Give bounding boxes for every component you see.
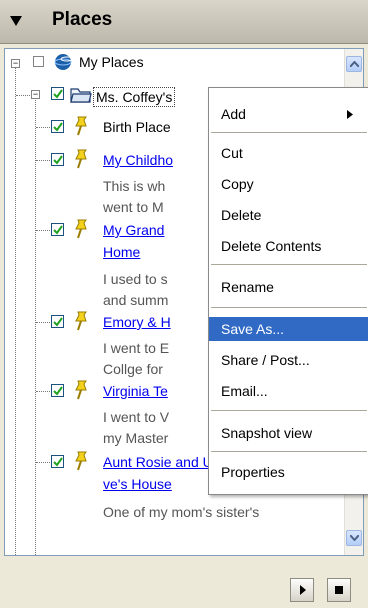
item-checkbox[interactable]: [51, 120, 64, 133]
item-link[interactable]: My Grand: [103, 222, 164, 238]
chevron-down-icon: [350, 535, 359, 541]
pushpin-icon: [75, 149, 87, 169]
item-description: I went to V: [103, 409, 170, 425]
tree-root-label[interactable]: My Places: [79, 54, 144, 70]
submenu-arrow-icon: [347, 110, 353, 119]
menu-separator: [211, 410, 367, 411]
places-panel-header[interactable]: Places: [0, 0, 368, 44]
scroll-up-button[interactable]: [346, 56, 362, 72]
menu-item-label: Add: [221, 106, 246, 122]
collapse-triangle-icon[interactable]: [10, 16, 22, 26]
folder-checkbox[interactable]: [51, 87, 64, 100]
stop-icon: [335, 586, 343, 594]
menu-item-save-as[interactable]: Save As...: [209, 317, 368, 341]
tree-connector: [16, 95, 30, 96]
item-description: I used to s: [103, 271, 168, 287]
item-link[interactable]: My Childho: [103, 152, 173, 168]
menu-item-delete[interactable]: Delete: [209, 203, 368, 227]
pushpin-icon: [75, 380, 87, 400]
menu-separator: [211, 307, 367, 308]
item-link-continued[interactable]: Home: [103, 244, 140, 260]
menu-item-rename[interactable]: Rename: [209, 275, 368, 299]
root-checkbox[interactable]: [33, 56, 44, 67]
item-description: and summ: [103, 292, 169, 308]
item-link-continued[interactable]: ve's House: [103, 476, 172, 492]
item-description: One of my mom's sister's: [103, 504, 260, 520]
tree-connector: [36, 462, 50, 463]
item-link[interactable]: Virginia Te: [103, 383, 168, 399]
panel-title: Places: [52, 9, 113, 30]
expand-toggle[interactable]: −: [31, 90, 40, 99]
item-description: Collge for: [103, 361, 163, 377]
folder-label[interactable]: Ms. Coffey's: [93, 87, 176, 107]
menu-item-cut[interactable]: Cut: [209, 141, 368, 165]
bottom-toolbar: [0, 560, 368, 608]
tree-connector: [36, 127, 50, 128]
tree-connector: [36, 160, 50, 161]
chevron-up-icon: [350, 61, 359, 67]
tree-line: [35, 95, 36, 555]
pushpin-icon: [75, 219, 87, 239]
item-checkbox[interactable]: [51, 384, 64, 397]
menu-item-add[interactable]: Add: [209, 102, 368, 126]
menu-item-share-post[interactable]: Share / Post...: [209, 348, 368, 372]
item-description: went to M: [103, 199, 164, 215]
pushpin-icon: [75, 451, 87, 471]
tree-connector: [36, 230, 50, 231]
play-icon: [300, 585, 306, 595]
context-menu[interactable]: Add Cut Copy Delete Delete Contents Rena…: [208, 87, 368, 495]
menu-item-email[interactable]: Email...: [209, 379, 368, 403]
earth-icon: [54, 54, 74, 70]
item-description: I went to E: [103, 340, 170, 356]
tree-line: [15, 67, 16, 555]
menu-separator: [211, 451, 367, 452]
item-checkbox[interactable]: [51, 153, 64, 166]
pushpin-icon: [75, 311, 87, 331]
menu-item-snapshot-view[interactable]: Snapshot view: [209, 421, 368, 445]
item-link[interactable]: Emory & H: [103, 314, 171, 330]
tree-connector: [36, 322, 50, 323]
item-checkbox[interactable]: [51, 223, 64, 236]
tree-connector: [36, 391, 50, 392]
item-checkbox[interactable]: [51, 455, 64, 468]
menu-separator: [211, 264, 367, 265]
menu-item-properties[interactable]: Properties: [209, 460, 368, 484]
item-checkbox[interactable]: [51, 315, 64, 328]
menu-item-delete-contents[interactable]: Delete Contents: [209, 234, 368, 258]
menu-item-copy[interactable]: Copy: [209, 172, 368, 196]
stop-button[interactable]: [327, 578, 351, 602]
pushpin-icon: [75, 116, 87, 136]
menu-separator: [211, 132, 367, 133]
play-button[interactable]: [290, 578, 314, 602]
item-label[interactable]: Birth Place: [103, 119, 171, 135]
scroll-down-button[interactable]: [346, 530, 362, 546]
item-description: my Master: [103, 430, 169, 446]
expand-toggle[interactable]: −: [11, 59, 20, 68]
item-description: This is wh: [103, 178, 166, 194]
folder-icon: [70, 88, 92, 103]
